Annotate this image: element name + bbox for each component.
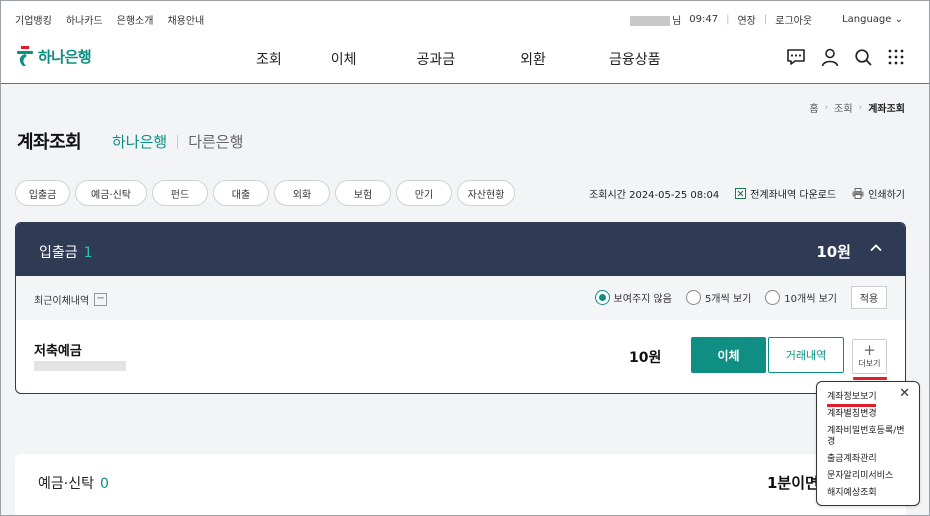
query-time: 조회시간 2024-05-25 08:04 xyxy=(589,190,720,201)
radio-unchecked-icon xyxy=(765,290,781,305)
breadcrumb: 홈 › 조회 › 계좌조회 xyxy=(809,100,905,116)
account-number-mask xyxy=(34,361,126,371)
account-count: 0 xyxy=(99,476,109,492)
chevron-down-icon: ⌄ xyxy=(894,14,903,25)
bank-tabs: 하나은행 다른은행 xyxy=(112,131,243,152)
language-selector[interactable]: Language ⌄ xyxy=(842,14,903,25)
gnb-item-foreign-exchange[interactable]: 외환 xyxy=(520,49,546,69)
chevron-right-icon: › xyxy=(858,102,863,113)
plus-icon: + xyxy=(863,341,876,359)
recent-transfer-filter: 최근이체내역 − 보여주지 않음 5개씩 보기 10개씩 보기 적용 xyxy=(16,276,905,320)
more-button[interactable]: + 더보기 xyxy=(852,339,887,374)
query-meta: 조회시간 2024-05-25 08:04 전계좌내역 다운로드 인쇄하기 xyxy=(589,186,905,201)
tab-hana-bank[interactable]: 하나은행 xyxy=(112,131,167,152)
menu-item-sms-alert[interactable]: 문자알리미서비스 xyxy=(827,471,909,482)
chevron-right-icon: › xyxy=(824,102,829,113)
all-menu-grid-icon[interactable] xyxy=(887,48,905,66)
more-menu-popup: ✕ 계좌정보보기 계좌별칭변경 계좌비밀번호등록/변경 출금계좌관리 문자알리미… xyxy=(816,381,920,506)
menu-item-withdrawal-account[interactable]: 출금계좌관리 xyxy=(827,454,909,465)
chip-deposit-trust[interactable]: 예금·신탁 xyxy=(75,180,147,206)
global-navigation: 하나은행 조회 이체 공과금 외환 금융상품 xyxy=(1,35,929,84)
breadcrumb-inquiry[interactable]: 조회 xyxy=(834,100,852,115)
more-menu-list: 계좌정보보기 계좌별칭변경 계좌비밀번호등록/변경 출금계좌관리 문자알리미서비… xyxy=(827,392,909,505)
chip-fund[interactable]: 펀드 xyxy=(152,180,208,206)
hana-logo-icon xyxy=(17,46,33,66)
account-name[interactable]: 저축예금 xyxy=(34,340,82,359)
radio-show-5[interactable]: 5개씩 보기 xyxy=(685,290,751,305)
chevron-up-icon[interactable] xyxy=(869,241,883,255)
printer-icon xyxy=(852,188,864,199)
session-controls: 님 09:47 | 연장 | 로그아웃 Language ⌄ xyxy=(630,12,903,27)
user-icon[interactable] xyxy=(820,47,840,67)
search-icon[interactable] xyxy=(854,48,873,67)
chip-demand-deposit[interactable]: 입출금 xyxy=(15,180,70,206)
user-name-mask xyxy=(630,16,671,26)
transfer-button[interactable]: 이체 xyxy=(691,337,766,373)
radio-checked-icon xyxy=(594,290,610,305)
highlight-underline xyxy=(853,377,887,380)
divider: | xyxy=(763,14,768,25)
account-count: 1 xyxy=(83,245,93,261)
chat-icon[interactable] xyxy=(786,48,806,66)
logout-button[interactable]: 로그아웃 xyxy=(775,12,812,27)
radio-show-10[interactable]: 10개씩 보기 xyxy=(765,290,837,305)
chip-insurance[interactable]: 보험 xyxy=(335,180,391,206)
divider: | xyxy=(726,14,730,25)
recent-transfer-toggle[interactable]: 최근이체내역 − xyxy=(34,292,108,307)
radio-hide[interactable]: 보여주지 않음 xyxy=(594,290,672,305)
account-row: 저축예금 10원 이체 거래내역 + 더보기 xyxy=(16,320,905,393)
highlight-underline xyxy=(827,404,876,407)
gnb-item-utility-bill[interactable]: 공과금 xyxy=(417,49,456,69)
section-label: 입출금 1 xyxy=(39,245,93,261)
gnb-item-inquiry[interactable]: 조회 xyxy=(256,49,282,69)
browser-frame: 기업뱅킹 하나카드 은행소개 채용안내 님 09:47 | 연장 | 로그아웃 … xyxy=(0,0,930,516)
gnb-item-transfer[interactable]: 이체 xyxy=(331,49,357,69)
page-title: 계좌조회 xyxy=(17,132,82,153)
excel-download-icon xyxy=(735,188,747,199)
utility-links: 기업뱅킹 하나카드 은행소개 채용안내 xyxy=(15,12,204,27)
radio-unchecked-icon xyxy=(685,290,701,305)
deposit-card-header[interactable]: 입출금 1 10원 xyxy=(16,223,905,276)
utility-bar: 기업뱅킹 하나카드 은행소개 채용안내 님 09:47 | 연장 | 로그아웃 … xyxy=(1,1,929,35)
deposit-account-card: 입출금 1 10원 최근이체내역 − 보여주지 않음 5개씩 보기 10개씩 보기… xyxy=(15,222,906,394)
display-count-options: 보여주지 않음 5개씩 보기 10개씩 보기 적용 xyxy=(594,286,887,309)
gnb-menu: 조회 이체 공과금 외환 금융상품 xyxy=(256,49,660,69)
hana-bank-logo[interactable]: 하나은행 xyxy=(15,45,92,67)
section-total: 1분이면 xyxy=(767,474,819,492)
menu-item-change-alias[interactable]: 계좌별칭변경 xyxy=(827,409,909,420)
link-recruit[interactable]: 채용안내 xyxy=(167,12,204,27)
transaction-history-button[interactable]: 거래내역 xyxy=(768,337,844,373)
breadcrumb-current: 계좌조회 xyxy=(868,104,905,115)
collapse-icon[interactable]: − xyxy=(94,293,108,306)
gnb-icons xyxy=(786,47,905,67)
link-corporate-banking[interactable]: 기업뱅킹 xyxy=(15,12,52,27)
account-type-filter: 입출금 예금·신탁 펀드 대출 외화 보험 만기 자산현황 xyxy=(15,180,515,206)
breadcrumb-home[interactable]: 홈 xyxy=(809,100,818,115)
tab-other-bank[interactable]: 다른은행 xyxy=(188,131,243,152)
divider xyxy=(177,134,179,149)
chip-asset-status[interactable]: 자산현황 xyxy=(457,180,515,206)
gnb-item-products[interactable]: 금융상품 xyxy=(609,49,661,69)
link-hana-card[interactable]: 하나카드 xyxy=(66,12,103,27)
section-total: 10원 xyxy=(816,243,851,261)
account-balance: 10원 xyxy=(629,350,662,366)
user-name: 님 xyxy=(630,12,681,27)
chip-maturity[interactable]: 만기 xyxy=(396,180,452,206)
menu-item-account-info[interactable]: 계좌정보보기 xyxy=(827,392,909,407)
session-timer: 09:47 xyxy=(689,14,719,25)
download-all-button[interactable]: 전계좌내역 다운로드 xyxy=(735,186,836,201)
section-label: 예금·신탁 0 xyxy=(38,476,109,492)
print-button[interactable]: 인쇄하기 xyxy=(852,186,905,201)
menu-item-termination-estimate[interactable]: 해지예상조회 xyxy=(827,488,909,499)
menu-item-password[interactable]: 계좌비밀번호등록/변경 xyxy=(827,426,909,448)
extend-session-button[interactable]: 연장 xyxy=(737,12,755,27)
link-bank-intro[interactable]: 은행소개 xyxy=(117,12,154,27)
chip-foreign-currency[interactable]: 외화 xyxy=(274,180,330,206)
apply-button[interactable]: 적용 xyxy=(851,286,887,309)
savings-account-card: 예금·신탁 0 1분이면 xyxy=(15,454,906,515)
chip-loan[interactable]: 대출 xyxy=(213,180,269,206)
